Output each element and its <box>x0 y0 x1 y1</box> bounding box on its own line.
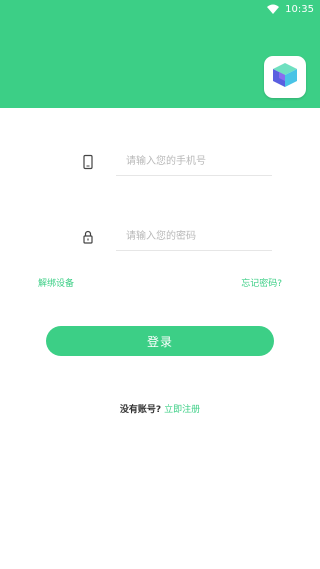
unbind-device-link[interactable]: 解绑设备 <box>38 276 74 289</box>
phone-field-row <box>80 148 274 178</box>
register-link[interactable]: 立即注册 <box>164 405 200 415</box>
status-bar: 10:35 <box>267 2 314 16</box>
wifi-icon <box>267 4 280 14</box>
forgot-password-link[interactable]: 忘记密码? <box>241 276 282 289</box>
login-button[interactable]: 登录 <box>46 326 274 356</box>
phone-icon <box>80 154 96 170</box>
password-field-row <box>80 223 274 253</box>
app-logo <box>264 56 306 98</box>
no-account-text: 没有账号? <box>119 405 162 415</box>
password-input[interactable] <box>116 223 272 251</box>
header-banner: 10:35 <box>0 0 320 108</box>
phone-input[interactable] <box>116 148 272 176</box>
cube-logo-icon <box>270 60 300 94</box>
status-time: 10:35 <box>285 3 314 15</box>
register-row: 没有账号? 立即注册 <box>0 402 320 415</box>
lock-icon <box>80 229 96 245</box>
